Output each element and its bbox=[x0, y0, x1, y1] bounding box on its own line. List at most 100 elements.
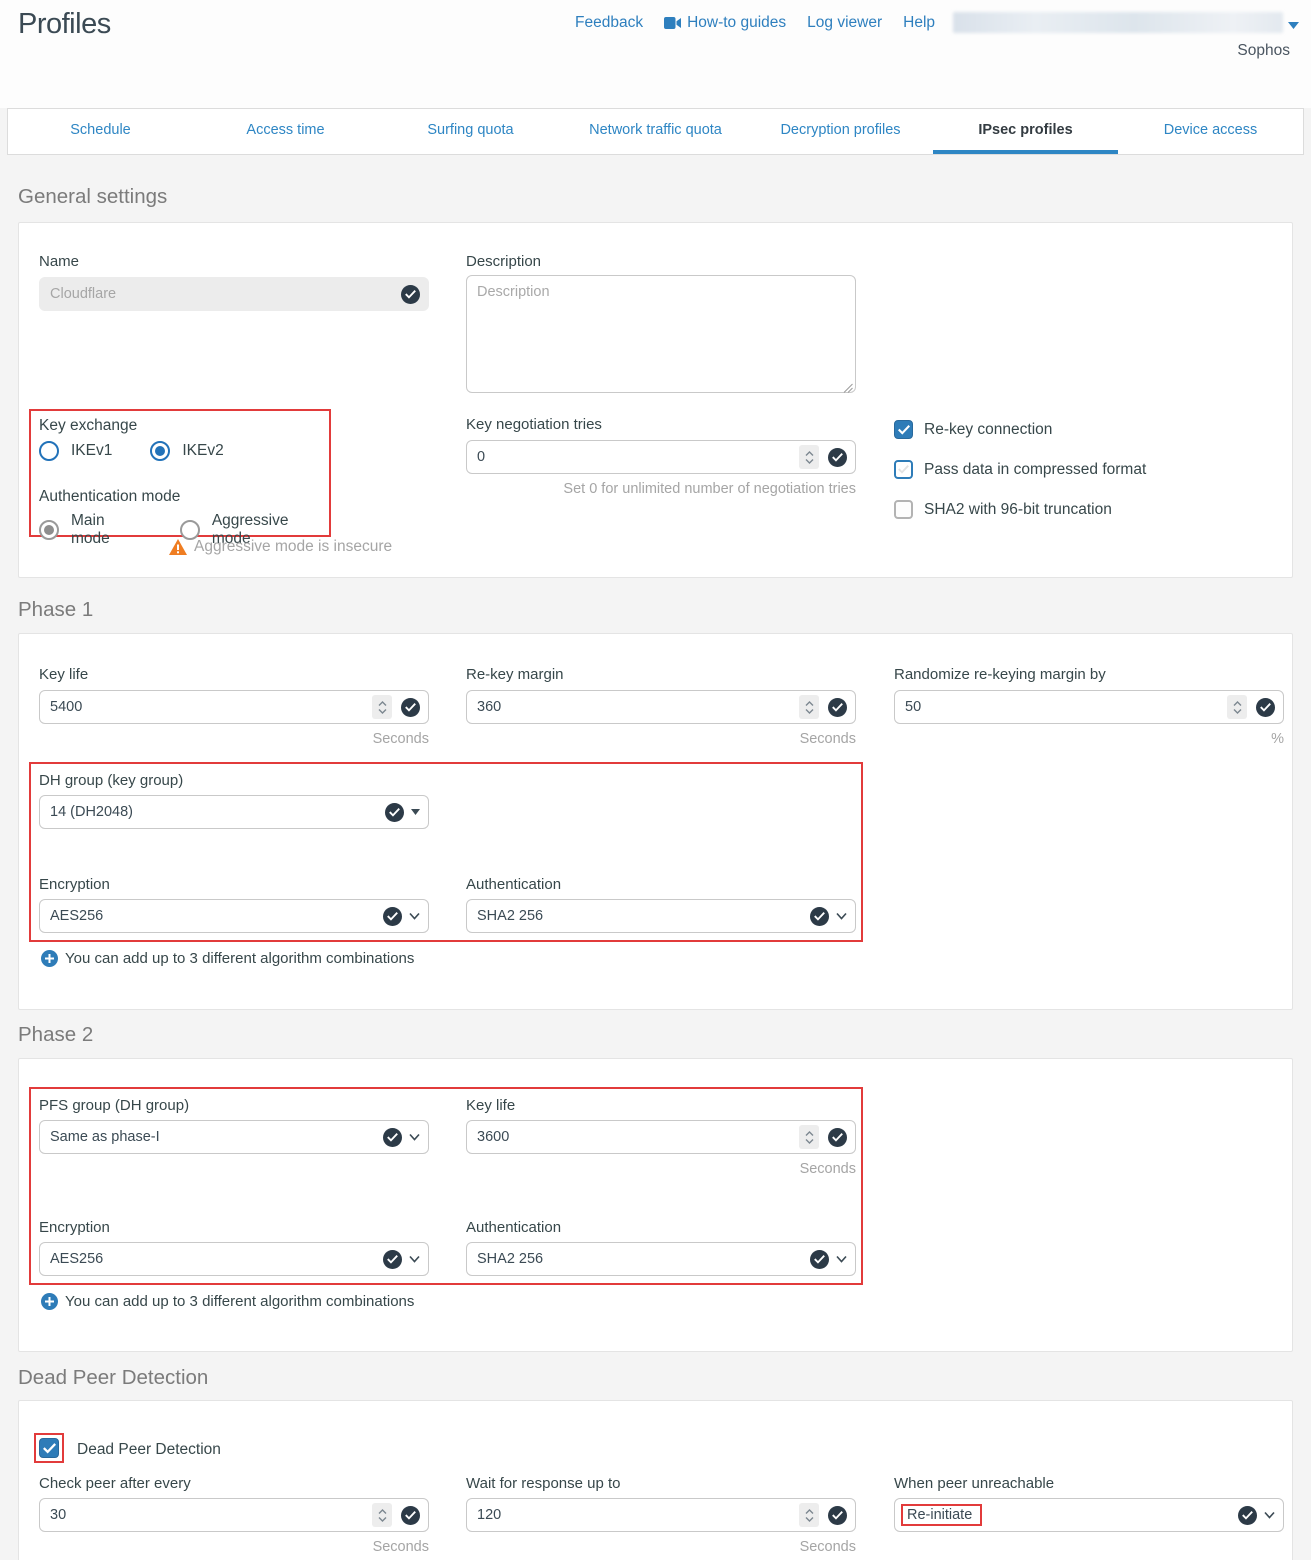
p2-key-life-unit: Seconds bbox=[466, 1161, 856, 1177]
p1-authentication-dropdown[interactable]: SHA2 256 bbox=[466, 899, 856, 933]
radio-main-mode[interactable] bbox=[39, 520, 59, 540]
chevron-down-icon bbox=[409, 912, 420, 920]
key-negotiation-help: Set 0 for unlimited number of negotiatio… bbox=[466, 481, 856, 497]
valid-check-icon bbox=[828, 698, 847, 717]
p1-randomize-label: Randomize re-keying margin by bbox=[894, 666, 1106, 683]
p2-authentication-dropdown[interactable]: SHA2 256 bbox=[466, 1242, 856, 1276]
description-label: Description bbox=[466, 253, 541, 270]
p2-key-life-value[interactable] bbox=[477, 1129, 799, 1145]
tab-schedule[interactable]: Schedule bbox=[8, 109, 193, 154]
radio-aggressive-mode[interactable] bbox=[180, 520, 200, 540]
stepper-control[interactable] bbox=[799, 695, 819, 719]
compressed-format-row: Pass data in compressed format bbox=[894, 460, 1146, 479]
valid-check-icon bbox=[401, 285, 420, 304]
stepper-control[interactable] bbox=[799, 1503, 819, 1527]
warning-triangle-icon bbox=[169, 539, 187, 555]
p2-key-life-label: Key life bbox=[466, 1097, 515, 1114]
dpd-check-peer-label: Check peer after every bbox=[39, 1475, 191, 1492]
valid-check-icon bbox=[810, 907, 829, 926]
p1-rekey-margin-value[interactable] bbox=[477, 699, 799, 715]
p1-algorithms-highlight-box: DH group (key group) 14 (DH2048) Encrypt… bbox=[29, 762, 863, 942]
p1-randomize-value[interactable] bbox=[905, 699, 1227, 715]
sha2-truncation-row: SHA2 with 96-bit truncation bbox=[894, 500, 1112, 519]
auth-mode-label: Authentication mode bbox=[39, 488, 180, 506]
dpd-wait-value[interactable] bbox=[477, 1507, 799, 1523]
feedback-link[interactable]: Feedback bbox=[575, 14, 643, 32]
p1-key-life-unit: Seconds bbox=[39, 731, 429, 747]
tab-network-traffic-quota[interactable]: Network traffic quota bbox=[563, 109, 748, 154]
dpd-enable-checkbox[interactable] bbox=[39, 1438, 59, 1458]
dpd-wait-input bbox=[466, 1498, 856, 1532]
p2-pfs-group-label: PFS group (DH group) bbox=[39, 1097, 189, 1114]
p2-pfs-group-value: Same as phase-I bbox=[50, 1129, 383, 1145]
add-circle-icon[interactable] bbox=[41, 950, 58, 967]
dpd-check-peer-input bbox=[39, 1498, 429, 1532]
key-negotiation-value[interactable] bbox=[477, 449, 799, 465]
dpd-enable-label: Dead Peer Detection bbox=[77, 1441, 221, 1459]
tab-bar: Schedule Access time Surfing quota Netwo… bbox=[7, 108, 1304, 155]
aggressive-mode-warning-text: Aggressive mode is insecure bbox=[194, 538, 392, 556]
p1-add-combination: You can add up to 3 different algorithm … bbox=[41, 950, 414, 967]
valid-check-icon bbox=[383, 907, 402, 926]
resize-handle-icon[interactable] bbox=[843, 380, 853, 398]
p1-authentication-value: SHA2 256 bbox=[477, 908, 810, 924]
radio-ikev2[interactable] bbox=[150, 441, 170, 461]
stepper-control[interactable] bbox=[1227, 695, 1247, 719]
log-viewer-link[interactable]: Log viewer bbox=[807, 14, 882, 32]
rekey-connection-checkbox[interactable] bbox=[894, 420, 913, 439]
p2-algorithms-highlight-box: PFS group (DH group) Same as phase-I Key… bbox=[29, 1087, 863, 1285]
p2-pfs-group-dropdown[interactable]: Same as phase-I bbox=[39, 1120, 429, 1154]
general-settings-heading: General settings bbox=[18, 185, 167, 209]
p1-dh-group-value: 14 (DH2048) bbox=[50, 804, 385, 820]
description-textarea[interactable] bbox=[466, 275, 856, 393]
p1-encryption-label: Encryption bbox=[39, 876, 110, 893]
name-value: Cloudflare bbox=[50, 286, 401, 302]
phase1-heading: Phase 1 bbox=[18, 598, 93, 622]
stepper-control[interactable] bbox=[799, 445, 819, 469]
help-link[interactable]: Help bbox=[903, 14, 935, 32]
radio-ikev1-label: IKEv1 bbox=[71, 442, 112, 460]
rekey-connection-row: Re-key connection bbox=[894, 420, 1052, 439]
dpd-wait-label: Wait for response up to bbox=[466, 1475, 621, 1492]
tab-access-time[interactable]: Access time bbox=[193, 109, 378, 154]
p2-key-life-input bbox=[466, 1120, 856, 1154]
tab-device-access[interactable]: Device access bbox=[1118, 109, 1303, 154]
p2-encryption-dropdown[interactable]: AES256 bbox=[39, 1242, 429, 1276]
account-menu-caret-icon[interactable] bbox=[1288, 17, 1299, 35]
p2-add-combination: You can add up to 3 different algorithm … bbox=[41, 1293, 414, 1310]
p1-dh-group-dropdown[interactable]: 14 (DH2048) bbox=[39, 795, 429, 829]
key-exchange-label: Key exchange bbox=[39, 417, 137, 435]
dpd-check-peer-value[interactable] bbox=[50, 1507, 372, 1523]
sha2-truncation-checkbox[interactable] bbox=[894, 500, 913, 519]
ipsec-profiles-page: Profiles Feedback How-to guides Log view… bbox=[0, 0, 1311, 1560]
add-circle-icon[interactable] bbox=[41, 1293, 58, 1310]
chevron-down-icon bbox=[409, 1133, 420, 1141]
tab-surfing-quota[interactable]: Surfing quota bbox=[378, 109, 563, 154]
radio-ikev1[interactable] bbox=[39, 441, 59, 461]
p1-rekey-margin-label: Re-key margin bbox=[466, 666, 564, 683]
tab-ipsec-profiles[interactable]: IPsec profiles bbox=[933, 109, 1118, 154]
p1-add-combination-note: You can add up to 3 different algorithm … bbox=[65, 950, 414, 967]
p2-authentication-value: SHA2 256 bbox=[477, 1251, 810, 1267]
how-to-guides-link[interactable]: How-to guides bbox=[664, 14, 786, 32]
dpd-unreachable-dropdown[interactable]: Re-initiate bbox=[894, 1498, 1284, 1532]
p2-encryption-label: Encryption bbox=[39, 1219, 110, 1236]
chevron-down-icon bbox=[1264, 1511, 1275, 1519]
valid-check-icon bbox=[383, 1250, 402, 1269]
p1-key-life-input bbox=[39, 690, 429, 724]
p2-add-combination-note: You can add up to 3 different algorithm … bbox=[65, 1293, 414, 1310]
tab-decryption-profiles[interactable]: Decryption profiles bbox=[748, 109, 933, 154]
valid-check-icon bbox=[383, 1128, 402, 1147]
p1-key-life-value[interactable] bbox=[50, 699, 372, 715]
p1-encryption-dropdown[interactable]: AES256 bbox=[39, 899, 429, 933]
dpd-unreachable-value: Re-initiate bbox=[901, 1504, 982, 1526]
phase2-heading: Phase 2 bbox=[18, 1023, 93, 1047]
key-exchange-highlight-box: Key exchange IKEv1 IKEv2 Authentication … bbox=[29, 409, 331, 537]
stepper-control[interactable] bbox=[372, 1503, 392, 1527]
valid-check-icon bbox=[828, 1506, 847, 1525]
compressed-format-checkbox[interactable] bbox=[894, 460, 913, 479]
key-exchange-options: IKEv1 IKEv2 bbox=[39, 441, 224, 461]
how-to-guides-label: How-to guides bbox=[687, 14, 786, 32]
stepper-control[interactable] bbox=[799, 1125, 819, 1149]
stepper-control[interactable] bbox=[372, 695, 392, 719]
